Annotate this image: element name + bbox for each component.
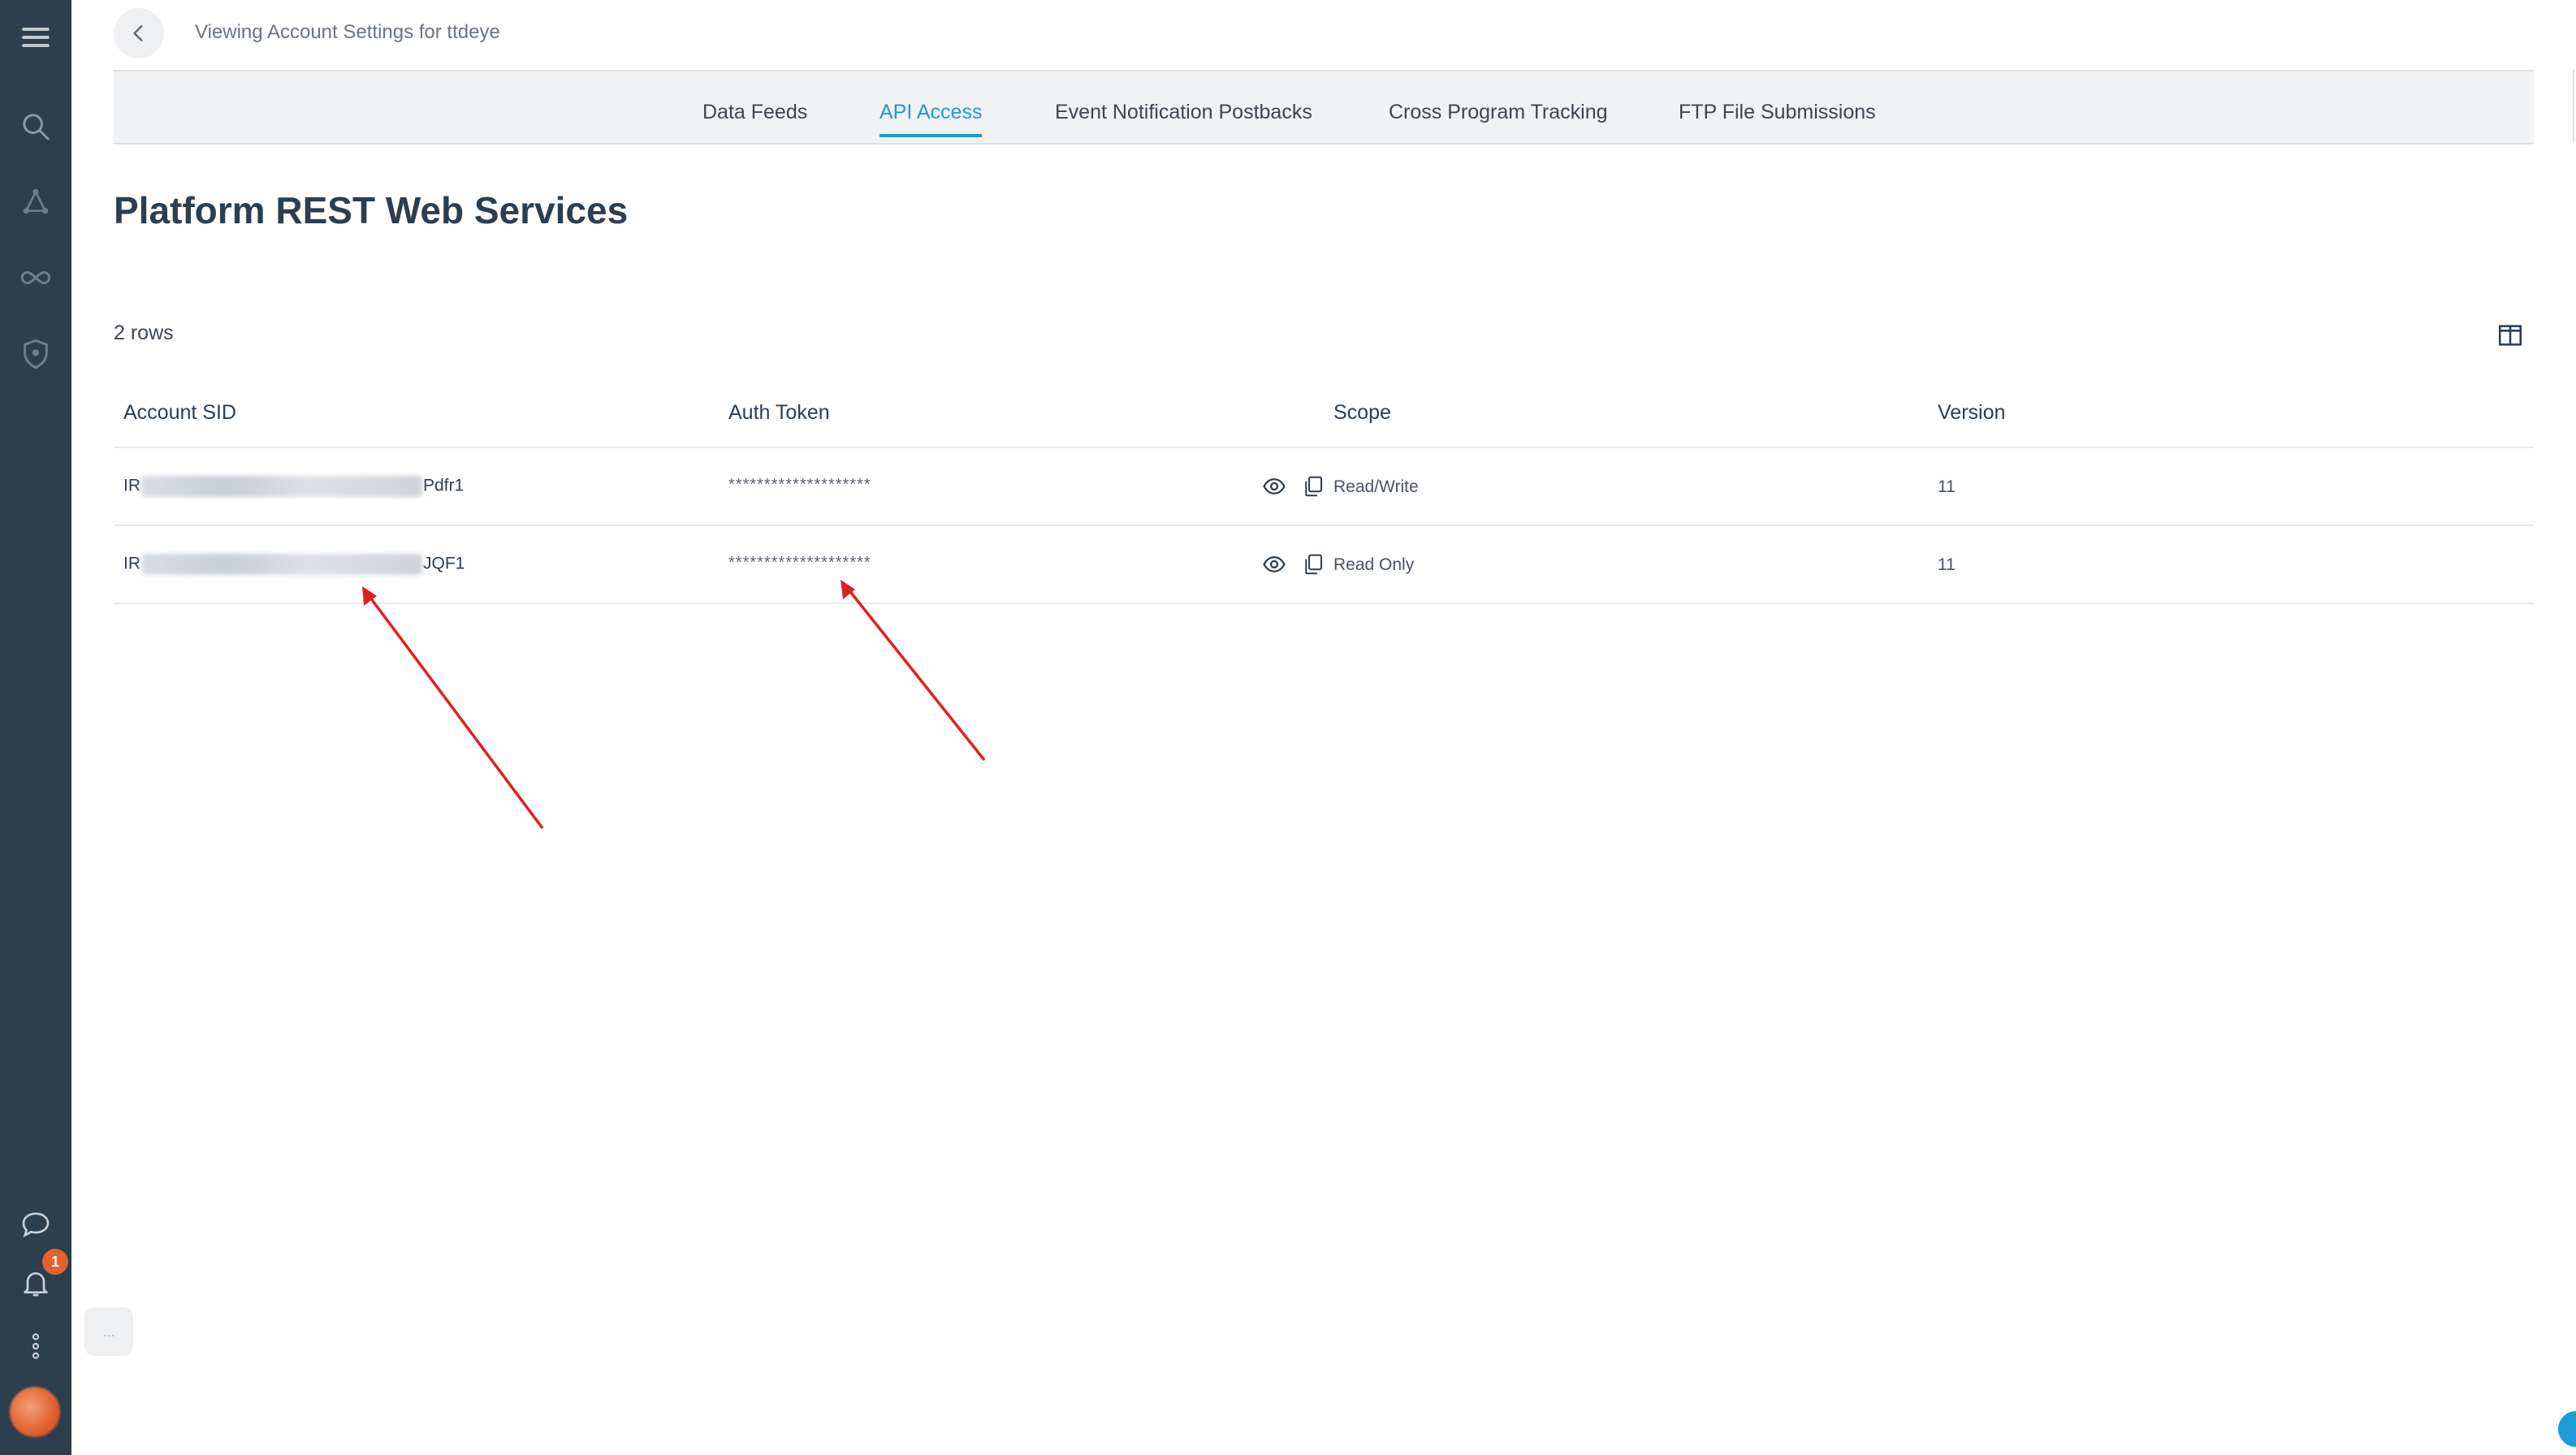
- annotation-arrows: [362, 580, 986, 830]
- chat-widget-button[interactable]: ...: [84, 1307, 133, 1356]
- annotation-arrow: [364, 589, 544, 830]
- annotation-arrow: [843, 583, 986, 762]
